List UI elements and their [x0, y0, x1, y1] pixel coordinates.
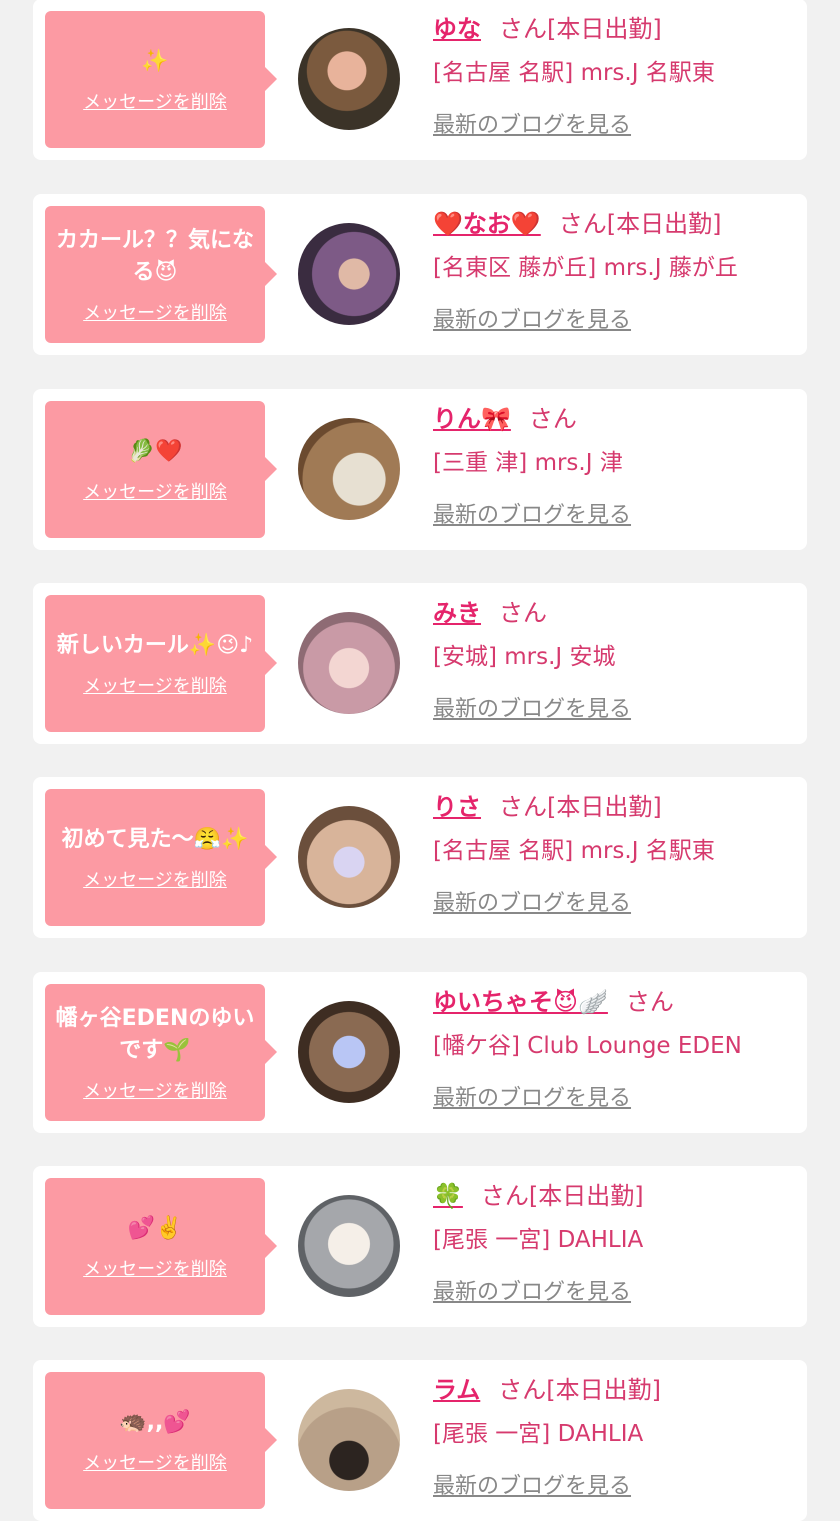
shop-label: [幡ケ谷] Club Lounge EDEN	[433, 1033, 742, 1059]
message-list: ✨ メッセージを削除 ゆな さん[本日出勤] [名古屋 名駅] mrs.J 名駅東…	[0, 0, 840, 1521]
delete-message-link[interactable]: メッセージを削除	[83, 866, 227, 892]
girl-name-link[interactable]: りさ	[433, 793, 481, 821]
girl-name-link[interactable]: ❤️なお❤️	[433, 210, 541, 238]
delete-message-link[interactable]: メッセージを削除	[83, 1255, 227, 1281]
girl-name-link[interactable]: りん🎀	[433, 405, 511, 433]
message-card: ✨ メッセージを削除 ゆな さん[本日出勤] [名古屋 名駅] mrs.J 名駅東…	[33, 0, 807, 160]
latest-blog-link[interactable]: 最新のブログを見る	[433, 497, 631, 529]
message-card: 🥬❤️ メッセージを削除 りん🎀 さん [三重 津] mrs.J 津 最新のブログ…	[33, 389, 807, 550]
girl-status: さん	[528, 405, 577, 433]
girl-name-link[interactable]: ゆいちゃそ😈🪽	[433, 988, 608, 1016]
girl-status: さん[本日出勤]	[558, 210, 722, 238]
avatar[interactable]	[298, 223, 400, 325]
girl-info: みき さん [安城] mrs.J 安城 最新のブログを見る	[433, 593, 797, 723]
message-card: カカール？？気になる😈 メッセージを削除 ❤️なお❤️ さん[本日出勤] [名東区…	[33, 194, 807, 355]
shop-label: [尾張 一宮] DAHLIA	[433, 1227, 644, 1253]
message-bubble: ✨ メッセージを削除	[45, 11, 277, 148]
girl-info: ❤️なお❤️ さん[本日出勤] [名東区 藤が丘] mrs.J 藤が丘 最新のブロ…	[433, 204, 797, 334]
girl-name-link[interactable]: 🍀	[433, 1182, 463, 1210]
message-card: 初めて見た〜😤✨ メッセージを削除 りさ さん[本日出勤] [名古屋 名駅] mr…	[33, 777, 807, 938]
message-text: 新しいカール✨😉♪	[56, 632, 254, 658]
latest-blog-link[interactable]: 最新のブログを見る	[433, 107, 631, 139]
shop-label: [安城] mrs.J 安城	[433, 644, 616, 670]
message-text: 幡ヶ谷EDENのゆいです🌱	[55, 1005, 255, 1063]
latest-blog-link[interactable]: 最新のブログを見る	[433, 1468, 631, 1500]
message-bubble: 💕✌️ メッセージを削除	[45, 1178, 277, 1315]
shop-label: [名古屋 名駅] mrs.J 名駅東	[433, 60, 715, 86]
latest-blog-link[interactable]: 最新のブログを見る	[433, 885, 631, 917]
latest-blog-link[interactable]: 最新のブログを見る	[433, 1274, 631, 1306]
shop-label: [尾張 一宮] DAHLIA	[433, 1421, 644, 1447]
message-bubble: 新しいカール✨😉♪ メッセージを削除	[45, 595, 277, 732]
delete-message-link[interactable]: メッセージを削除	[83, 478, 227, 504]
girl-info: りさ さん[本日出勤] [名古屋 名駅] mrs.J 名駅東 最新のブログを見る	[433, 787, 797, 917]
girl-info: りん🎀 さん [三重 津] mrs.J 津 最新のブログを見る	[433, 399, 797, 529]
avatar[interactable]	[298, 1389, 400, 1491]
latest-blog-link[interactable]: 最新のブログを見る	[433, 691, 631, 723]
girl-name-link[interactable]: みき	[433, 599, 481, 627]
girl-status: さん	[499, 599, 547, 627]
shop-label: [名古屋 名駅] mrs.J 名駅東	[433, 838, 715, 864]
message-text: ✨	[141, 48, 169, 74]
message-bubble: 🥬❤️ メッセージを削除	[45, 401, 277, 538]
delete-message-link[interactable]: メッセージを削除	[83, 299, 227, 325]
girl-info: ゆいちゃそ😈🪽 さん [幡ケ谷] Club Lounge EDEN 最新のブログを…	[433, 982, 797, 1112]
message-bubble: 🦔,,💕 メッセージを削除	[45, 1372, 277, 1509]
message-text: 🦔,,💕	[119, 1409, 191, 1435]
message-card: 幡ヶ谷EDENのゆいです🌱 メッセージを削除 ゆいちゃそ😈🪽 さん [幡ケ谷] C…	[33, 972, 807, 1133]
girl-info: ラム さん[本日出勤] [尾張 一宮] DAHLIA 最新のブログを見る	[433, 1370, 797, 1500]
girl-status: さん	[625, 988, 674, 1016]
delete-message-link[interactable]: メッセージを削除	[83, 1449, 227, 1475]
message-text: 🥬❤️	[127, 438, 183, 464]
delete-message-link[interactable]: メッセージを削除	[83, 1077, 227, 1103]
girl-status: さん[本日出勤]	[480, 1182, 644, 1210]
message-text: 初めて見た〜😤✨	[61, 826, 249, 852]
message-text: カカール？？気になる😈	[55, 227, 254, 285]
avatar[interactable]	[298, 1001, 400, 1103]
girl-status: さん[本日出勤]	[499, 15, 662, 43]
girl-info: ゆな さん[本日出勤] [名古屋 名駅] mrs.J 名駅東 最新のブログを見る	[433, 9, 797, 139]
girl-name-link[interactable]: ゆな	[433, 15, 481, 43]
girl-info: 🍀 さん[本日出勤] [尾張 一宮] DAHLIA 最新のブログを見る	[433, 1176, 797, 1306]
avatar[interactable]	[298, 28, 400, 130]
delete-message-link[interactable]: メッセージを削除	[83, 88, 227, 114]
avatar[interactable]	[298, 1195, 400, 1297]
girl-status: さん[本日出勤]	[498, 1376, 662, 1404]
shop-label: [名東区 藤が丘] mrs.J 藤が丘	[433, 255, 738, 281]
message-card: 💕✌️ メッセージを削除 🍀 さん[本日出勤] [尾張 一宮] DAHLIA 最新…	[33, 1166, 807, 1327]
shop-label: [三重 津] mrs.J 津	[433, 450, 623, 476]
message-bubble: 初めて見た〜😤✨ メッセージを削除	[45, 789, 277, 926]
avatar[interactable]	[298, 806, 400, 908]
message-bubble: 幡ヶ谷EDENのゆいです🌱 メッセージを削除	[45, 984, 277, 1121]
avatar[interactable]	[298, 612, 400, 714]
avatar[interactable]	[298, 418, 400, 520]
latest-blog-link[interactable]: 最新のブログを見る	[433, 302, 631, 334]
message-card: 🦔,,💕 メッセージを削除 ラム さん[本日出勤] [尾張 一宮] DAHLIA …	[33, 1360, 807, 1521]
delete-message-link[interactable]: メッセージを削除	[83, 672, 227, 698]
message-card: 新しいカール✨😉♪ メッセージを削除 みき さん [安城] mrs.J 安城 最新…	[33, 583, 807, 744]
message-bubble: カカール？？気になる😈 メッセージを削除	[45, 206, 277, 343]
girl-status: さん[本日出勤]	[499, 793, 662, 821]
message-text: 💕✌️	[127, 1215, 183, 1241]
latest-blog-link[interactable]: 最新のブログを見る	[433, 1080, 631, 1112]
girl-name-link[interactable]: ラム	[433, 1376, 480, 1404]
